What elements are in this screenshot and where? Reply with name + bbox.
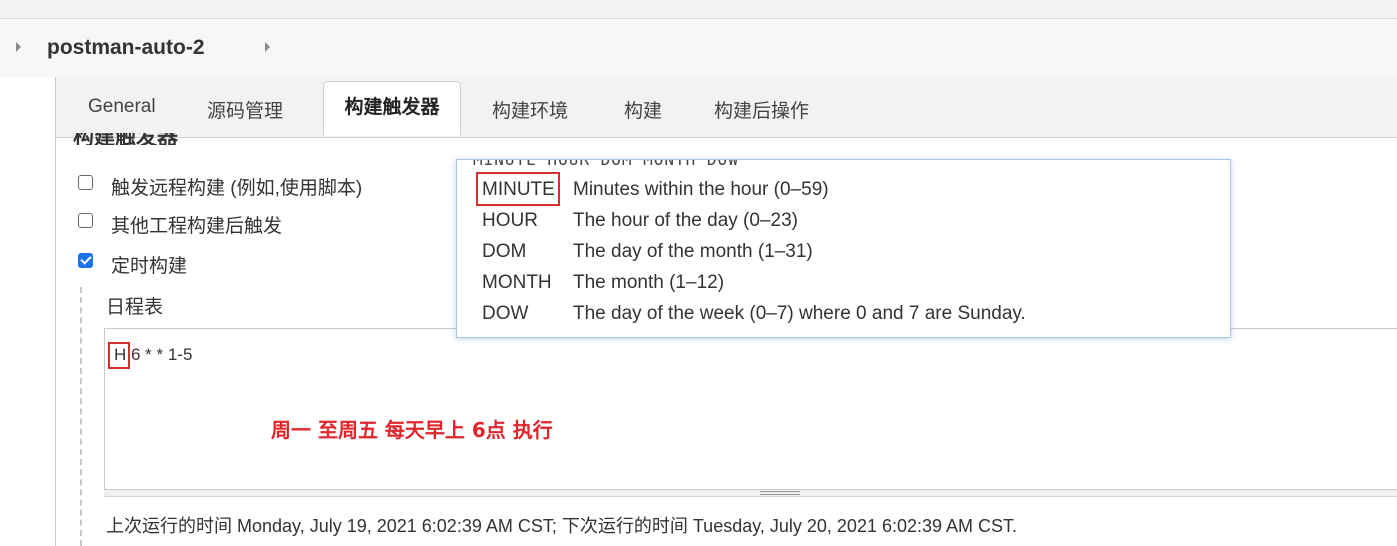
trigger-remote-label: 触发远程构建 (例如,使用脚本) [111,178,363,199]
tab-build-triggers[interactable]: 构建触发器 [323,81,461,136]
tooltip-desc: The day of the week (0–7) where 0 and 7 … [573,303,1026,324]
section-title: 构建触发器 [73,133,178,145]
tab-general[interactable]: General [88,96,156,118]
trigger-remote-checkbox[interactable] [78,175,93,190]
tooltip-row: DOW The day of the week (0–7) where 0 an… [457,299,1230,329]
tooltip-row: HOUR The hour of the day (0–23) [457,206,1230,236]
tooltip-field: DOW [482,303,529,324]
trigger-periodic-checkbox[interactable] [78,253,93,268]
tab-post-build-actions[interactable]: 构建后操作 [714,96,809,123]
tooltip-row: DOM The day of the month (1–31) [457,237,1230,267]
trigger-after-other-checkbox[interactable] [78,213,93,228]
annotation-text: 周一 至周五 每天早上 6点 执行 [271,418,553,442]
tooltip-header: MINUTE HOUR DOM MONTH DOW [473,159,739,169]
cron-help-tooltip: MINUTE HOUR DOM MONTH DOW MINUTE Minutes… [456,159,1231,338]
tooltip-desc: The day of the month (1–31) [573,241,813,262]
job-title[interactable]: postman-auto-2 [47,36,205,60]
content-border [55,77,56,546]
tooltip-row: MONTH The month (1–12) [457,268,1230,298]
grip-icon [760,491,800,495]
config-tabs: General 源码管理 构建触发器 构建环境 构建 构建后操作 [56,77,1397,138]
tooltip-field: HOUR [482,210,538,231]
nested-section-guide [80,287,82,546]
tooltip-field: MONTH [482,272,552,293]
textarea-resize-handle[interactable] [104,490,1397,497]
chevron-right-icon[interactable] [16,42,21,52]
highlight-box-h [108,342,130,369]
schedule-input[interactable]: H 6 * * 1-5 [104,328,1397,490]
top-strip [0,0,1397,19]
tab-build-environment[interactable]: 构建环境 [492,96,568,123]
run-time-info: 上次运行的时间 Monday, July 19, 2021 6:02:39 AM… [106,516,1018,536]
trigger-periodic-label: 定时构建 [111,256,188,277]
highlight-box-minute [476,172,560,206]
tooltip-field: DOM [482,241,527,262]
tooltip-desc: The hour of the day (0–23) [573,210,798,231]
schedule-label: 日程表 [106,296,164,318]
chevron-right-icon[interactable] [265,42,270,52]
tooltip-desc: Minutes within the hour (0–59) [573,179,829,200]
tab-build[interactable]: 构建 [624,96,662,123]
trigger-after-other-label: 其他工程构建后触发 [111,216,283,237]
section-heading: 构建触发器 [73,133,373,145]
breadcrumb: postman-auto-2 [0,19,1397,77]
tab-source-control[interactable]: 源码管理 [207,96,283,123]
tooltip-row: MINUTE Minutes within the hour (0–59) [457,175,1230,205]
tooltip-desc: The month (1–12) [573,272,725,293]
